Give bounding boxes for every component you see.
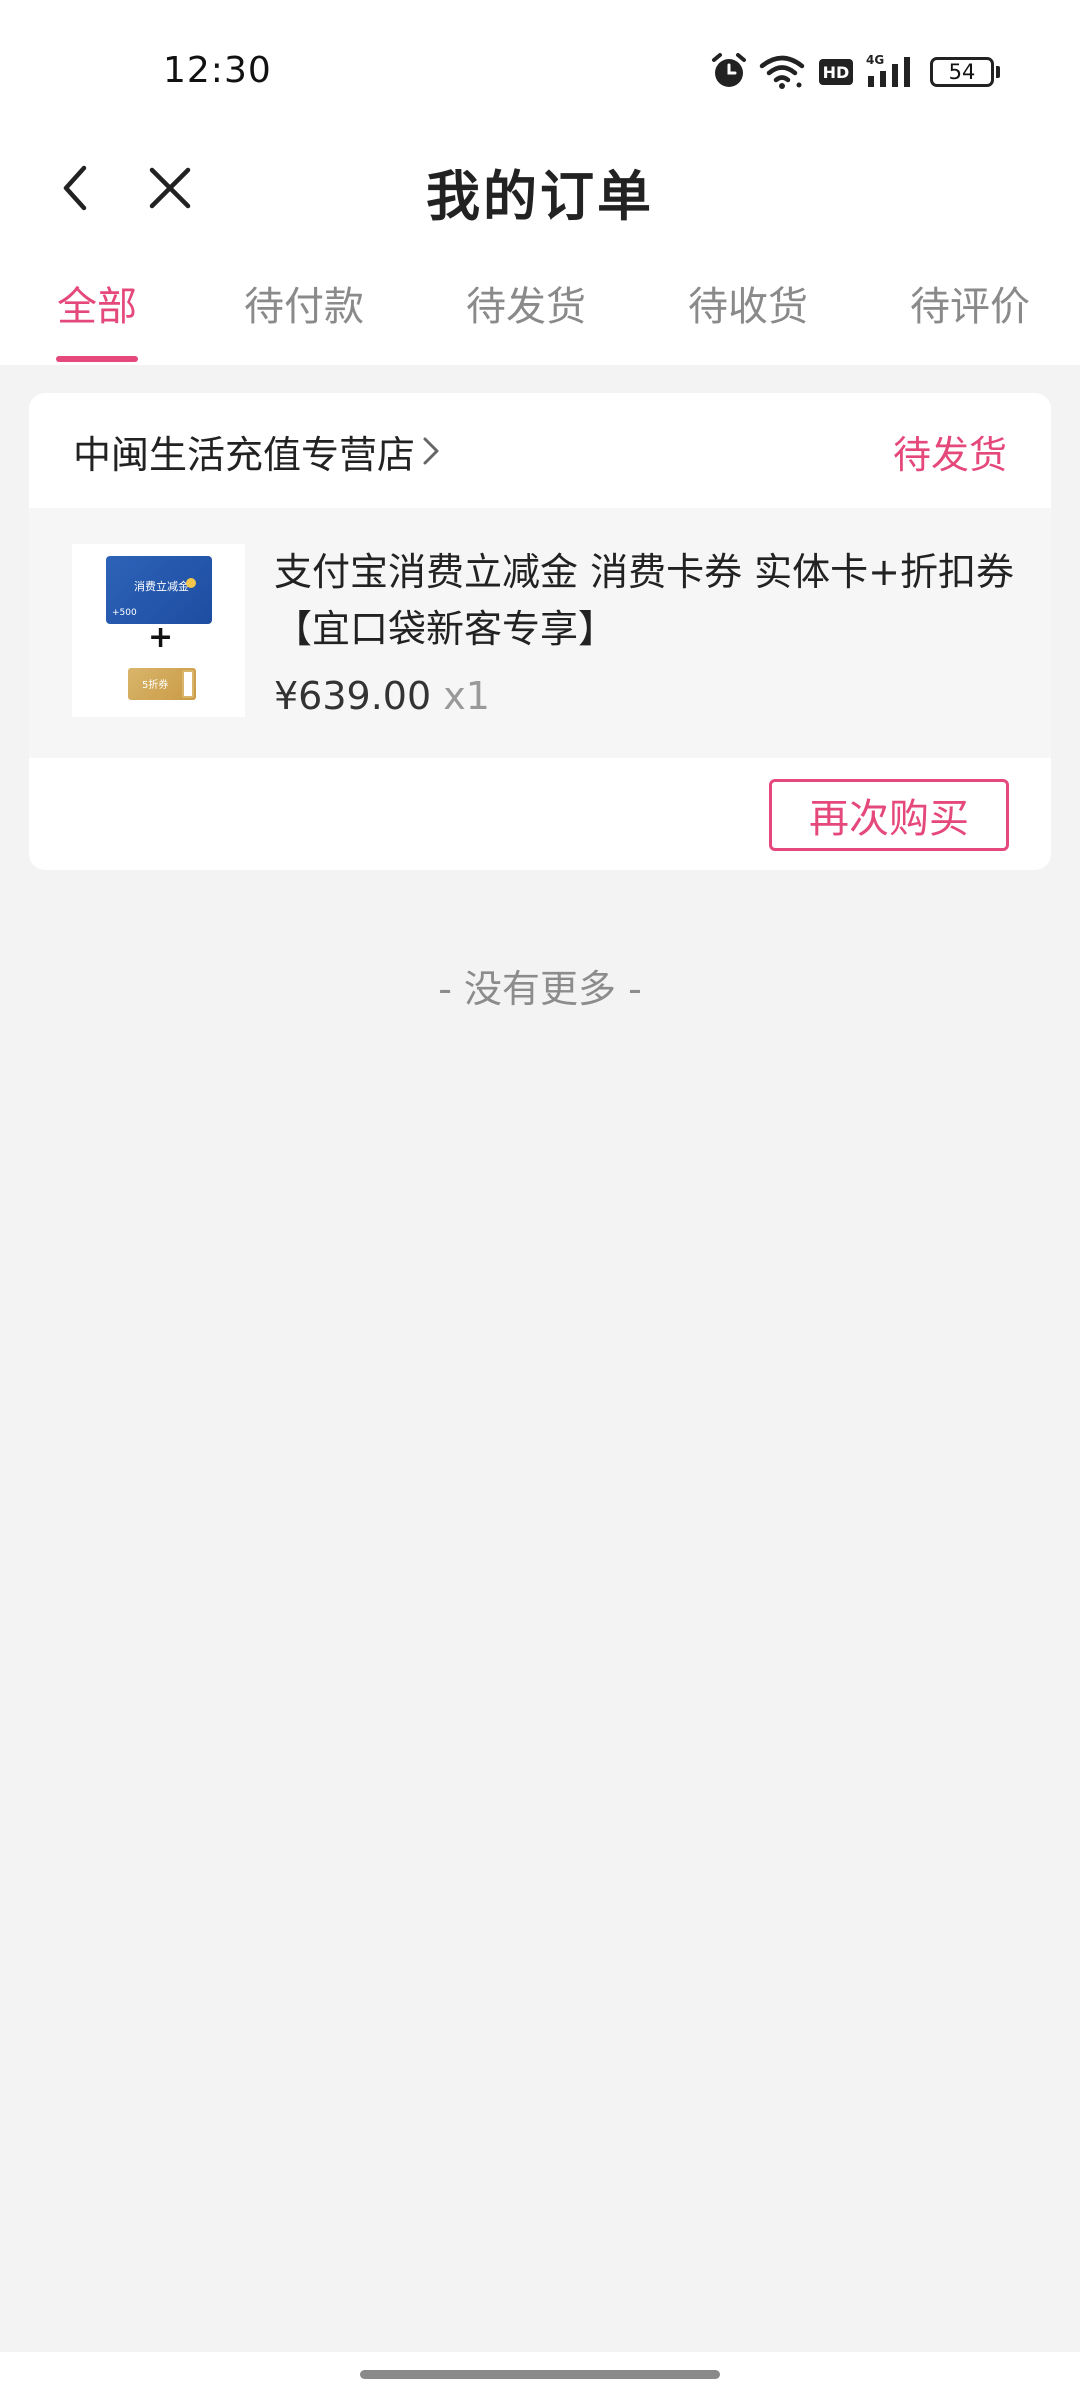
thumbnail-plus: + xyxy=(148,620,174,655)
thumbnail-card-amount: +500 xyxy=(112,608,137,618)
order-status: 待发货 xyxy=(892,433,1007,477)
product-item[interactable]: 消费立减金 +500 + 5折券 支付宝消费立减金 消费卡券 实体卡+折扣券【宜… xyxy=(29,508,1051,758)
network-label: 4G xyxy=(866,53,884,67)
tab-pending-shipment[interactable]: 待发货 xyxy=(466,274,586,332)
product-thumbnail[interactable]: 消费立减金 +500 + 5折券 xyxy=(72,544,245,717)
tab-pending-receipt[interactable]: 待收货 xyxy=(688,274,808,332)
battery-icon: 54 xyxy=(930,57,994,87)
status-time: 12:30 xyxy=(163,50,272,91)
status-bar: 12:30 HD 4G 54 xyxy=(0,0,1080,130)
product-quantity: x1 xyxy=(443,674,490,718)
top-area: 12:30 HD 4G 54 我的订单 全部 待付款 待发货 待收货 待评价 xyxy=(0,0,1080,365)
price-row: ¥639.00 x1 xyxy=(274,674,490,718)
store-row[interactable]: 中闽生活充值专营店 待发货 xyxy=(29,393,1051,508)
thumbnail-card-text: 消费立减金 xyxy=(134,580,189,593)
page-header: 我的订单 xyxy=(0,130,1080,250)
no-more-text: - 没有更多 - xyxy=(438,967,642,1011)
hd-label: HD xyxy=(823,63,850,82)
home-indicator[interactable] xyxy=(360,2370,720,2379)
buy-again-button[interactable]: 再次购买 xyxy=(769,779,1009,851)
battery-nub xyxy=(996,66,1000,78)
tab-all[interactable]: 全部 xyxy=(57,274,137,332)
order-card[interactable]: 中闽生活充值专营店 待发货 消费立减金 +500 + 5折券 支付宝消费立减金 … xyxy=(29,393,1051,870)
tab-pending-review[interactable]: 待评价 xyxy=(910,274,1030,332)
battery-level: 54 xyxy=(948,60,976,84)
thumbnail-card-image: 消费立减金 +500 xyxy=(106,556,212,624)
gesture-bar xyxy=(0,2352,1080,2400)
order-tabs: 全部 待付款 待发货 待收货 待评价 xyxy=(0,262,1080,365)
store-name[interactable]: 中闽生活充值专营店 xyxy=(73,424,415,479)
tab-active-indicator xyxy=(56,356,138,362)
thumbnail-coupon-text: 5折券 xyxy=(142,680,169,691)
page-title: 我的订单 xyxy=(426,165,654,228)
product-price: ¥639.00 xyxy=(274,674,432,718)
wifi-icon xyxy=(759,55,805,89)
product-title[interactable]: 支付宝消费立减金 消费卡券 实体卡+折扣券【宜口袋新客专享】 xyxy=(274,544,1024,658)
thumbnail-card-dot xyxy=(186,578,196,588)
chevron-right-icon xyxy=(423,437,439,465)
tab-pending-payment[interactable]: 待付款 xyxy=(244,274,364,332)
signal-icon: 4G xyxy=(866,53,910,87)
thumbnail-coupon-tail xyxy=(182,670,194,698)
hd-icon: HD xyxy=(819,59,853,85)
alarm-icon xyxy=(712,53,746,87)
